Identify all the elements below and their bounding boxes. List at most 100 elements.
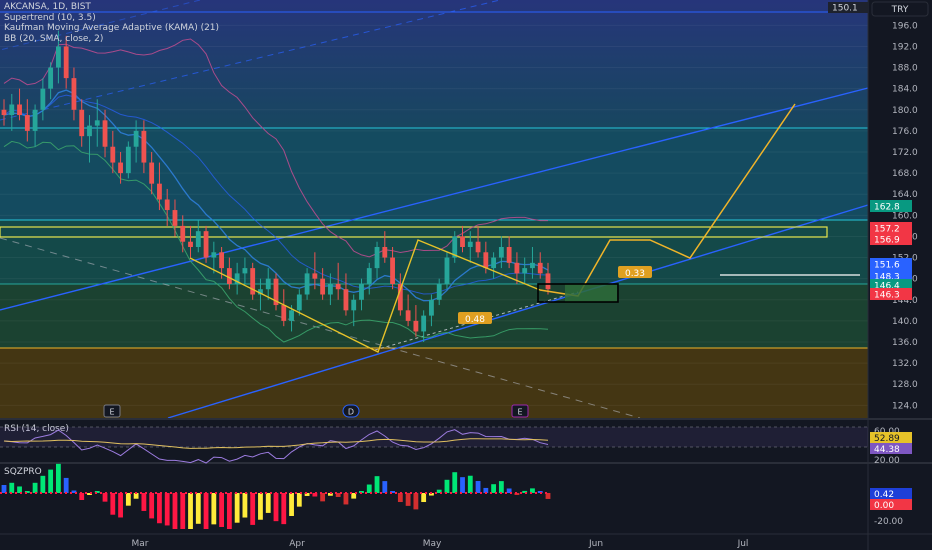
y-tick-label: 132.0 xyxy=(892,359,918,369)
sqz-bar xyxy=(172,493,178,529)
candle xyxy=(390,257,395,284)
sqz-bar xyxy=(226,493,232,529)
indicator-kama[interactable]: Kaufman Moving Average Adaptive (KAMA) (… xyxy=(4,23,219,34)
candle xyxy=(211,252,217,258)
candle xyxy=(467,241,473,247)
sqz-bar xyxy=(413,493,419,510)
rsi-badge-text: 44.38 xyxy=(874,445,900,455)
candle xyxy=(1,109,7,116)
candle xyxy=(522,268,528,274)
sqz-bar xyxy=(405,493,411,506)
trading-chart-window[interactable]: 0.33 0.48 E D E 124.0 128.0 132.0 136.0 140.0 144.… xyxy=(0,0,932,550)
candle xyxy=(498,247,504,258)
y-tick-label: 124.0 xyxy=(892,401,918,411)
y-tick-label: 160.0 xyxy=(892,211,918,221)
zone-bottom xyxy=(0,348,868,418)
candle xyxy=(359,283,364,300)
x-tick-label: Mar xyxy=(132,539,149,549)
candle xyxy=(17,104,22,116)
candle xyxy=(312,273,318,279)
y-tick-label: 136.0 xyxy=(892,338,918,348)
candle xyxy=(281,305,287,321)
candle xyxy=(421,315,427,332)
candle xyxy=(110,146,116,163)
price-badge-text: 162.8 xyxy=(874,203,900,213)
sqz-bar xyxy=(265,493,271,513)
sqz-label: SQZPRO xyxy=(4,467,42,477)
price-badge-text: 156.9 xyxy=(874,236,900,246)
sqz-bar xyxy=(219,493,225,527)
candle xyxy=(436,283,442,300)
candle xyxy=(71,78,77,110)
candle xyxy=(9,104,15,116)
price-chart[interactable]: 0.330.48E D E124.0128.0132.0136.0140.0144.… xyxy=(0,0,932,550)
sqz-bar xyxy=(9,482,15,493)
sqz-bar xyxy=(273,493,279,522)
candle xyxy=(506,247,512,263)
candle xyxy=(24,115,30,131)
sqz-badge-text: 0.42 xyxy=(874,490,894,500)
sqz-bar xyxy=(491,484,497,493)
sqz-bar xyxy=(382,481,388,493)
y-tick-label: 140.0 xyxy=(892,317,918,327)
candle xyxy=(366,268,372,284)
candle xyxy=(304,273,310,295)
candle xyxy=(94,120,100,126)
sqz-bar xyxy=(63,477,69,493)
sqz-bar xyxy=(157,493,162,524)
candle xyxy=(320,278,326,295)
indicator-bb[interactable]: BB (20, SMA, close, 2) xyxy=(4,34,219,45)
sqz-bar xyxy=(343,493,349,505)
candle xyxy=(537,262,543,274)
candle xyxy=(55,46,61,68)
y-tick-label: 184.0 xyxy=(892,85,918,95)
sqz-bar xyxy=(421,493,427,503)
candle xyxy=(102,120,108,147)
sqz-bar xyxy=(32,482,38,493)
indicator-supertrend[interactable]: Supertrend (10, 3.5) xyxy=(4,13,219,24)
sqz-bar xyxy=(296,493,302,507)
currency-label: TRY xyxy=(891,5,909,15)
candle xyxy=(413,320,419,332)
candle xyxy=(141,130,147,163)
y-tick-label: 168.0 xyxy=(892,169,918,179)
candle xyxy=(289,310,294,321)
candle xyxy=(475,241,481,253)
zone-mid-upper xyxy=(0,128,868,220)
fib-label: 0.48 xyxy=(465,315,485,325)
symbol-line[interactable]: AKCANSA, 1D, BIST xyxy=(4,2,219,13)
sqz-bar xyxy=(211,493,217,525)
candle xyxy=(429,299,434,316)
sqz-bar xyxy=(320,493,326,502)
sqz-bar xyxy=(141,493,147,511)
y-tick-label: 196.0 xyxy=(892,21,918,31)
sqz-bar xyxy=(444,479,450,493)
candle xyxy=(157,183,162,200)
sqz-bar xyxy=(467,475,473,493)
x-tick-label: Jul xyxy=(737,539,749,549)
price-badge-text: 151.6 xyxy=(874,261,900,271)
candle xyxy=(491,257,497,269)
sqz-bar xyxy=(110,493,116,515)
rsi-badge-text: 52.89 xyxy=(874,434,900,444)
sqz-bar xyxy=(498,481,504,493)
candle xyxy=(40,88,46,110)
sqz-bar xyxy=(452,472,458,493)
y-tick-label: 188.0 xyxy=(892,64,918,74)
candle xyxy=(32,109,38,131)
candle xyxy=(530,262,535,269)
indicator-legend: AKCANSA, 1D, BIST Supertrend (10, 3.5) K… xyxy=(4,2,219,44)
sqz-bar xyxy=(48,469,54,493)
candle xyxy=(374,247,380,269)
sqz-bar xyxy=(188,493,193,529)
x-tick-label: Apr xyxy=(289,539,305,549)
candle xyxy=(242,268,248,274)
event-marker-label: D xyxy=(348,408,354,417)
candle xyxy=(87,125,92,137)
sqz-bar xyxy=(149,493,155,519)
sqz-bar xyxy=(289,493,294,516)
sqz-bar xyxy=(102,493,108,502)
candle xyxy=(327,283,333,295)
price-badge-text: 146.3 xyxy=(874,291,900,301)
sqz-bar xyxy=(125,493,131,506)
